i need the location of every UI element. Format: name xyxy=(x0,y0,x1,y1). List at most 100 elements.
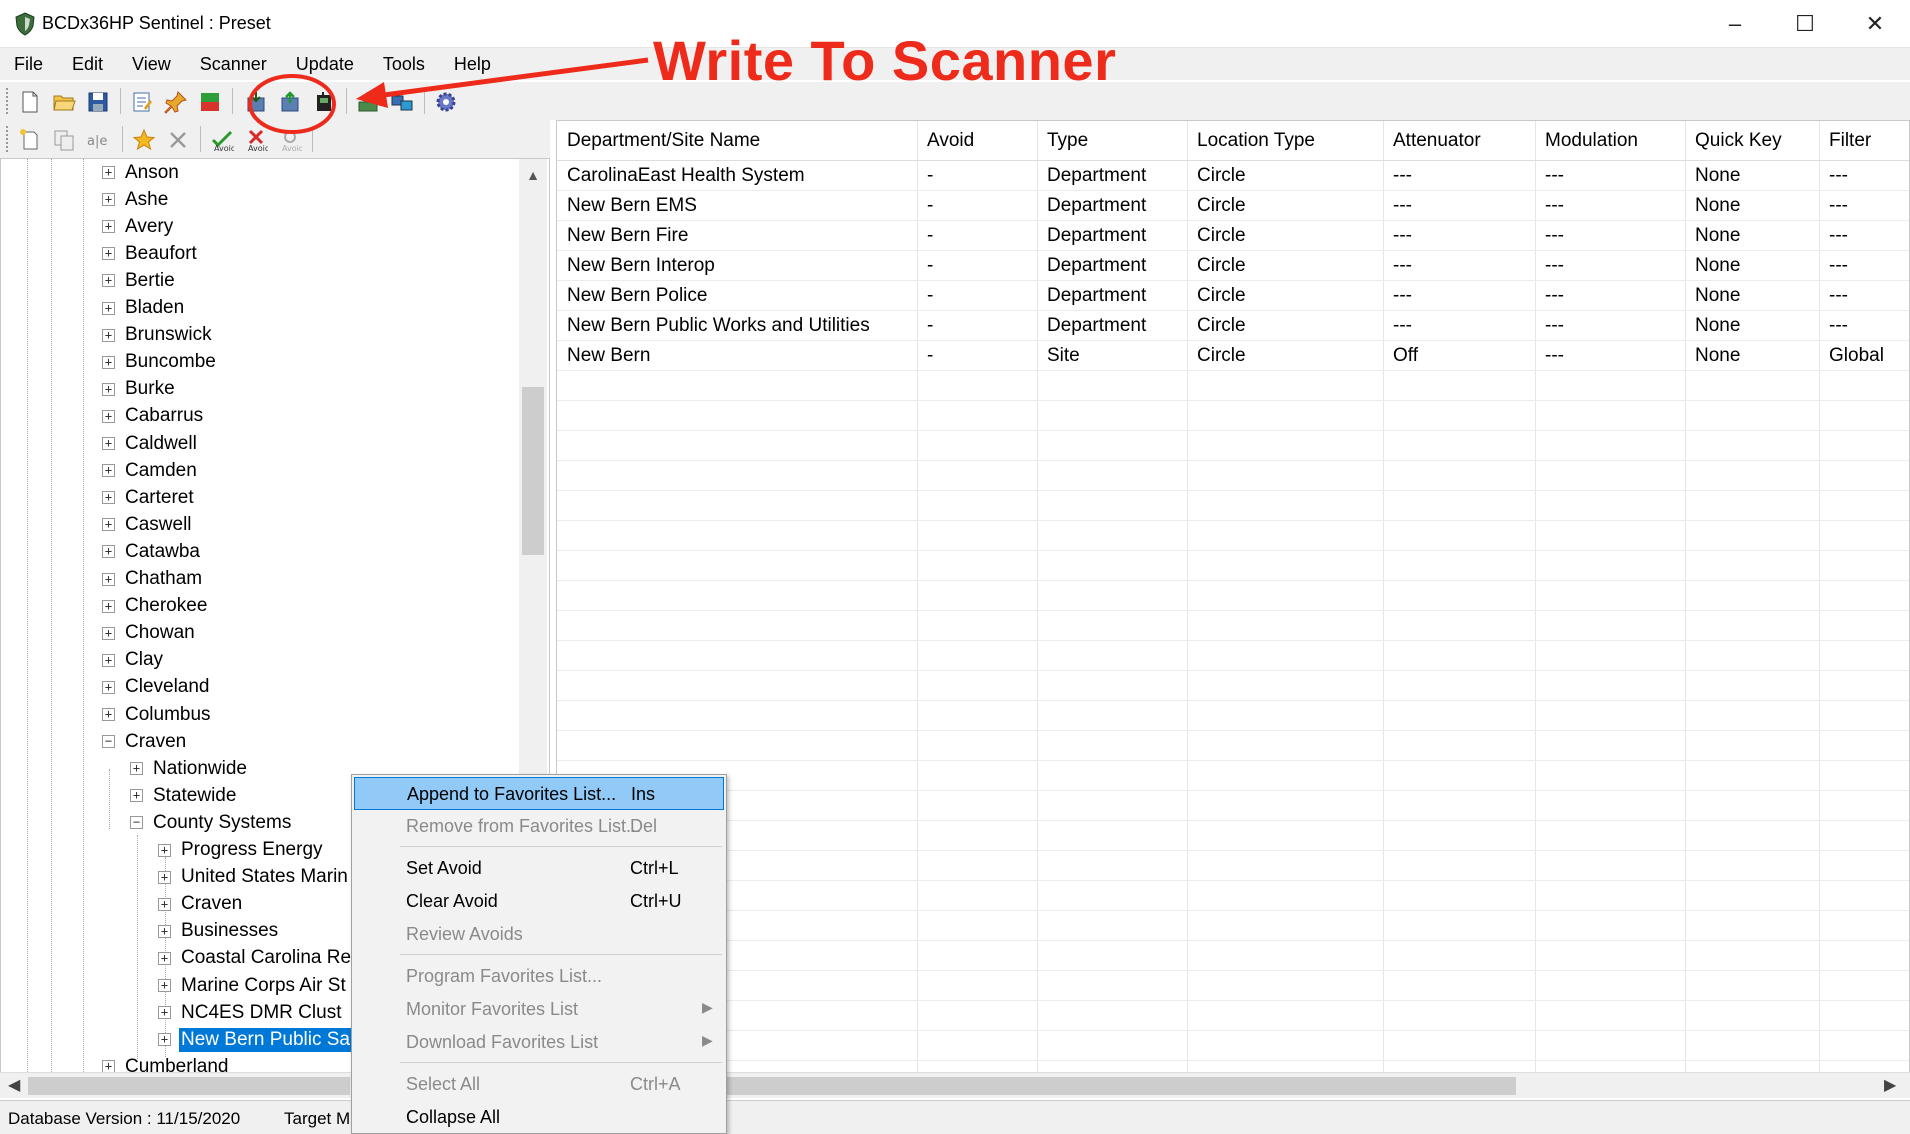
expand-icon[interactable]: + xyxy=(130,789,143,803)
copy-icon[interactable] xyxy=(52,128,76,152)
color-grid-icon[interactable] xyxy=(198,90,222,114)
edit-notes-icon[interactable] xyxy=(130,90,154,114)
tree-county[interactable]: + Buncombe xyxy=(102,349,218,376)
menu-view[interactable]: View xyxy=(132,54,171,75)
tree-county[interactable]: + Caswell xyxy=(102,511,194,538)
tree-county[interactable]: + Cumberland xyxy=(102,1053,231,1072)
expand-icon[interactable]: + xyxy=(102,193,115,207)
expand-icon[interactable]: + xyxy=(158,1033,171,1047)
expand-icon[interactable]: + xyxy=(158,897,171,911)
menu-edit[interactable]: Edit xyxy=(72,54,103,75)
menu-item-remove-from-favorites-list[interactable]: Remove from Favorites List... Del xyxy=(354,810,724,843)
tree-category[interactable]: + Statewide xyxy=(130,782,238,809)
tree-system[interactable]: + Marine Corps Air St xyxy=(158,972,348,999)
table-row[interactable]: New Bern Public Works and Utilities - Depa… xyxy=(557,311,1909,341)
new-list-icon[interactable] xyxy=(18,128,42,152)
tree-scroll-thumb[interactable] xyxy=(522,387,544,555)
tree-system[interactable]: + Coastal Carolina Re xyxy=(158,945,353,972)
expand-icon[interactable]: + xyxy=(102,491,115,505)
tree-system-selected[interactable]: + New Bern Public Sa xyxy=(158,1026,352,1053)
minimize-button[interactable]: – xyxy=(1700,0,1770,48)
tree-county[interactable]: + Avery xyxy=(102,213,175,240)
menu-help[interactable]: Help xyxy=(454,54,491,75)
settings-gear-icon[interactable] xyxy=(434,90,458,114)
expand-icon[interactable]: + xyxy=(102,274,115,288)
menu-item-download-favorites-list[interactable]: Download Favorites List ▶ xyxy=(354,1026,724,1059)
menu-item-set-avoid[interactable]: Set Avoid Ctrl+L xyxy=(354,852,724,885)
delete-x-icon[interactable] xyxy=(166,128,190,152)
menu-tools[interactable]: Tools xyxy=(383,54,425,75)
expand-icon[interactable]: + xyxy=(102,355,115,369)
tree-system[interactable]: + Businesses xyxy=(158,918,280,945)
write-to-scanner-icon[interactable] xyxy=(278,90,302,114)
toolbar-grip[interactable] xyxy=(6,88,9,114)
col-header-modulation[interactable]: Modulation xyxy=(1545,130,1638,152)
clear-avoid-icon[interactable]: Avoid xyxy=(244,128,268,152)
col-header-attenuator[interactable]: Attenuator xyxy=(1393,130,1481,152)
review-avoid-icon[interactable]: Avoid xyxy=(278,128,302,152)
tree-county[interactable]: + Carteret xyxy=(102,484,196,511)
menu-item-append-to-favorites-list[interactable]: Append to Favorites List... Ins xyxy=(354,777,724,810)
tree-county[interactable]: + Cleveland xyxy=(102,674,212,701)
expand-icon[interactable]: + xyxy=(102,708,115,721)
expand-icon[interactable]: + xyxy=(102,437,115,450)
menu-scanner[interactable]: Scanner xyxy=(200,54,267,75)
tree-system[interactable]: + Progress Energy xyxy=(158,837,325,864)
menu-item-monitor-favorites-list[interactable]: Monitor Favorites List ▶ xyxy=(354,993,724,1026)
table-row[interactable]: New Bern Police - Department Circle --- --- No… xyxy=(557,281,1909,311)
expand-icon[interactable]: + xyxy=(102,247,115,261)
expand-icon[interactable]: + xyxy=(102,301,115,315)
expand-icon[interactable]: + xyxy=(102,464,115,478)
tree-county[interactable]: + Burke xyxy=(102,376,177,403)
tree-county[interactable]: + Beaufort xyxy=(102,240,199,267)
col-header-location-type[interactable]: Location Type xyxy=(1197,130,1315,152)
tree-system[interactable]: + United States Marin xyxy=(158,864,350,891)
tree-county[interactable]: + Cabarrus xyxy=(102,403,205,430)
tree-county[interactable]: + Catawba xyxy=(102,538,202,565)
menu-update[interactable]: Update xyxy=(296,54,354,75)
save-icon[interactable] xyxy=(86,90,110,114)
menu-item-clear-avoid[interactable]: Clear Avoid Ctrl+U xyxy=(354,885,724,918)
expand-icon[interactable]: + xyxy=(102,599,115,613)
expand-icon[interactable]: + xyxy=(158,843,171,857)
rename-icon[interactable]: a|e xyxy=(86,128,110,152)
toolbar-grip[interactable] xyxy=(6,126,9,152)
expand-icon[interactable]: + xyxy=(102,572,115,586)
scroll-left-icon[interactable]: ◀ xyxy=(8,1075,20,1095)
expand-icon[interactable]: + xyxy=(158,1006,171,1020)
download-update-icon[interactable] xyxy=(356,90,380,114)
expand-icon[interactable]: + xyxy=(102,328,115,342)
tree-county[interactable]: + Caldwell xyxy=(102,430,199,457)
table-row[interactable]: New Bern Interop - Department Circle --- --- N… xyxy=(557,251,1909,281)
expand-icon[interactable]: + xyxy=(102,518,115,532)
collapse-icon[interactable]: − xyxy=(102,735,115,749)
close-button[interactable]: ✕ xyxy=(1840,0,1910,48)
scroll-right-icon[interactable]: ▶ xyxy=(1884,1075,1896,1095)
expand-icon[interactable]: + xyxy=(102,166,115,179)
tree-hscroll-thumb[interactable] xyxy=(28,1077,350,1095)
table-row[interactable]: New Bern Fire - Department Circle --- --- None… xyxy=(557,221,1909,251)
tree-county[interactable]: + Chatham xyxy=(102,566,204,593)
tree-county[interactable]: + Bladen xyxy=(102,295,186,322)
tree-category[interactable]: + Nationwide xyxy=(130,755,249,782)
collapse-icon[interactable]: − xyxy=(130,816,143,830)
set-avoid-icon[interactable]: Avoid xyxy=(210,128,234,152)
tree-county-systems[interactable]: − County Systems xyxy=(130,809,293,836)
expand-icon[interactable]: + xyxy=(102,220,115,234)
table-row[interactable]: New Bern - Site Circle Off --- None Global xyxy=(557,341,1909,371)
tree-system[interactable]: + NC4ES DMR Clust xyxy=(158,999,343,1026)
tree-county[interactable]: + Bertie xyxy=(102,267,177,294)
menu-item-collapse-all[interactable]: Collapse All xyxy=(354,1101,724,1134)
pin-icon[interactable] xyxy=(164,90,188,114)
tree-county[interactable]: + Camden xyxy=(102,457,199,484)
tree-county[interactable]: + Clay xyxy=(102,647,165,674)
expand-icon[interactable]: + xyxy=(130,762,143,776)
expand-icon[interactable]: + xyxy=(158,951,171,965)
tree-county[interactable]: + Chowan xyxy=(102,620,197,647)
tree-county[interactable]: + Ashe xyxy=(102,186,170,213)
col-header-filter[interactable]: Filter xyxy=(1829,130,1871,152)
grid-hscroll-thumb[interactable] xyxy=(720,1077,1516,1095)
expand-icon[interactable]: + xyxy=(102,382,115,396)
col-header-avoid[interactable]: Avoid xyxy=(927,130,974,152)
expand-icon[interactable]: + xyxy=(102,653,115,667)
